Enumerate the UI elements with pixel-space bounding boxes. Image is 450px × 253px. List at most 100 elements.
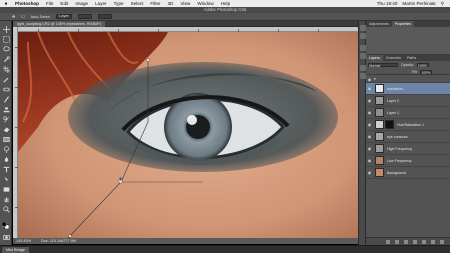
menu-type[interactable]: Type [111,0,128,7]
align-buttons[interactable] [77,14,92,19]
layer-row[interactable]: ◉ Layer 1 [366,107,450,119]
menu-help[interactable]: Help [218,0,234,7]
delete-layer-icon[interactable] [440,239,444,244]
new-group-icon[interactable] [422,239,426,244]
lasso-tool-icon[interactable] [2,45,10,53]
type-tool-icon[interactable] [2,165,10,173]
layer-name: Background [387,170,407,175]
layer-row[interactable]: ◉ Hue/Saturation 1 [366,119,450,131]
right-panel-dock: Adjustments Properties Layers Channels P… [366,21,450,245]
new-layer-icon[interactable] [431,239,435,244]
layer-name: eyelashes [387,86,404,91]
layer-thumbnail [375,168,384,177]
menu-window[interactable]: Window [194,0,217,7]
spotlight-icon[interactable]: ⚲ [441,1,444,7]
auto-select-mode[interactable]: Layer [56,14,72,19]
menu-layer[interactable]: Layer [92,0,111,7]
layer-mask-thumbnail[interactable] [385,120,394,129]
properties-panel [366,27,450,55]
quick-mask-icon[interactable] [2,233,10,241]
layer-thumbnail [375,156,384,165]
eraser-tool-icon[interactable] [2,125,10,133]
hand-tool-icon[interactable] [2,195,10,203]
quick-selection-tool-icon[interactable] [2,55,10,63]
visibility-eye-icon[interactable]: ◉ [366,170,373,175]
opacity-field[interactable]: 100% [416,63,429,68]
auto-select-checkbox[interactable]: ☐ [21,14,24,19]
menu-edit[interactable]: Edit [57,0,72,7]
crop-tool-icon[interactable] [2,65,10,73]
visibility-eye-icon[interactable]: ◉ [366,110,373,115]
layers-list: ◉ ▾ ◉ eyelashes ◉ Layer 2 ◉ Layer 1 ◉ Hue/Saturat… [366,76,450,179]
layers-controls: Normal Opacity: 100% Fill: 100% [366,61,450,75]
visibility-eye-icon[interactable]: ◉ [366,146,373,151]
options-bar: ✥ ☐ Auto-Select Layer [0,13,450,21]
move-tool-icon[interactable] [2,25,10,33]
visibility-eye-icon[interactable]: ◉ [366,122,373,127]
doc-size[interactable]: Doc: 115.1M/277.9M [41,238,76,244]
gradient-tool-icon[interactable] [2,135,10,143]
apple-menu-icon[interactable]: ● [0,1,12,7]
brush-tool-icon[interactable] [2,95,10,103]
foreground-color-swatch[interactable] [1,221,9,229]
menu-extras: Thu 19:40 Martin Perhiniak ⚲ [377,1,450,7]
layer-thumbnail [375,120,384,129]
visibility-eye-icon[interactable]: ◉ [366,134,373,139]
menu-3d[interactable]: 3D [165,0,178,7]
eyedropper-tool-icon[interactable] [2,75,10,83]
fill-field[interactable]: 100% [420,70,433,75]
clone-stamp-tool-icon[interactable] [2,105,10,113]
layer-thumbnail [375,108,384,117]
layer-row[interactable]: ◉ High Frequency [366,143,450,155]
menu-file[interactable]: File [43,0,57,7]
eye-photo: + [18,32,358,238]
menu-bar: ● Photoshop File Edit Image Layer Type S… [0,0,450,7]
visibility-eye-icon[interactable]: ◉ [366,98,373,103]
rectangle-tool-icon[interactable] [2,185,10,193]
adjustment-layer-icon[interactable] [413,239,417,244]
zoom-level[interactable]: 145.45% [16,238,31,244]
layer-row[interactable]: ◉ Layer 2 [366,95,450,107]
path-selection-tool-icon[interactable] [2,175,10,183]
opacity-label: Opacity: [401,63,414,67]
layer-thumbnail [375,84,384,93]
layer-thumbnail [375,132,384,141]
distribute-buttons[interactable] [97,14,112,19]
blend-mode-select[interactable]: Normal [368,63,398,68]
layer-name: Layer 1 [387,110,399,115]
move-tool-icon: ✥ [12,15,16,19]
menu-view[interactable]: View [177,0,194,7]
visibility-eye-icon[interactable]: ◉ [366,77,373,82]
add-mask-icon[interactable] [404,239,408,244]
menu-image[interactable]: Image [72,0,92,7]
layer-style-icon[interactable] [395,239,399,244]
layer-name: Layer 2 [387,98,399,103]
menu-filter[interactable]: Filter [147,0,164,7]
marquee-tool-icon[interactable] [2,35,10,43]
user-name[interactable]: Martin Perhiniak [402,1,435,6]
layer-name: Low Frequency [387,158,412,163]
group-expand-icon[interactable]: ▾ [374,77,376,81]
dodge-tool-icon[interactable] [2,145,10,153]
pen-tool-icon[interactable] [2,155,10,163]
menu-photoshop[interactable]: Photoshop [12,0,43,7]
layer-name: Hue/Saturation 1 [397,122,424,127]
toolbox [0,21,12,245]
link-layers-icon[interactable] [386,239,390,244]
mini-bridge-tab[interactable]: Mini Bridge [2,247,29,253]
zoom-tool-icon[interactable] [2,205,10,213]
layer-row[interactable]: ◉ Low Frequency [366,155,450,167]
layer-row[interactable]: ◉ Background [366,167,450,179]
document-canvas[interactable]: + [18,32,358,238]
clock: Thu 19:40 [376,1,398,6]
menu-select[interactable]: Select [128,0,148,7]
history-brush-tool-icon[interactable] [2,115,10,123]
svg-text:+: + [118,176,123,183]
visibility-eye-icon[interactable]: ◉ [366,86,373,91]
layers-panel-footer [366,237,450,245]
visibility-eye-icon[interactable]: ◉ [366,158,373,163]
layer-row[interactable]: ◉ ▾ [366,76,450,83]
healing-brush-tool-icon[interactable] [2,85,10,93]
layer-row[interactable]: ◉ eyelashes [366,83,450,95]
layer-row[interactable]: ◉ eye contours [366,131,450,143]
